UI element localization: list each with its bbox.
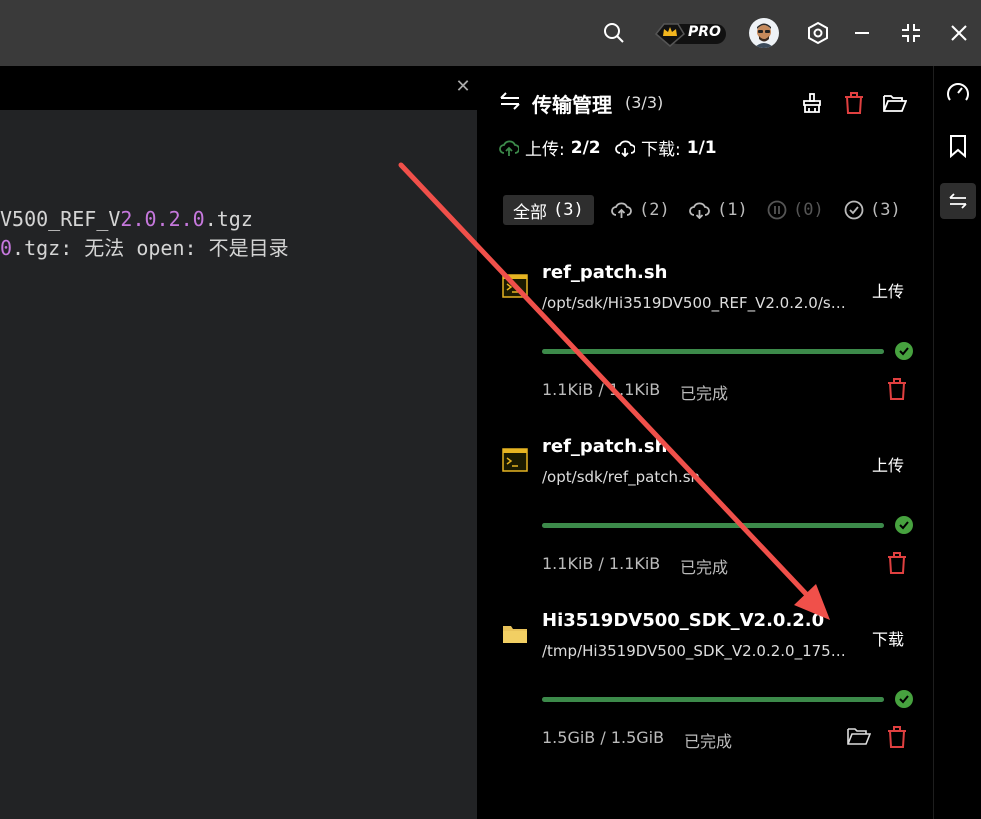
close-terminal-icon[interactable]: ✕ xyxy=(452,76,474,98)
shell-script-icon xyxy=(502,274,528,300)
close-icon[interactable] xyxy=(944,18,974,48)
completed-check-icon xyxy=(895,342,913,360)
item-direction: 上传 xyxy=(872,456,905,475)
check-circle-icon xyxy=(844,200,864,220)
item-direction: 下载 xyxy=(872,630,905,649)
completed-check-icon xyxy=(895,690,913,708)
open-folder-icon[interactable] xyxy=(847,726,872,748)
download-stat: 下载: 1/1 xyxy=(615,135,717,160)
minimize-icon[interactable] xyxy=(847,18,877,48)
open-folder-icon[interactable] xyxy=(882,90,908,116)
item-path: /opt/sdk/Hi3519DV500_REF_V2.0.2.0/sm... xyxy=(542,294,852,312)
completed-check-icon xyxy=(895,516,913,534)
delete-all-icon[interactable] xyxy=(841,90,867,116)
avatar[interactable] xyxy=(749,18,779,48)
filter-tab-upload[interactable]: (2) xyxy=(611,195,670,225)
clear-broom-icon[interactable] xyxy=(799,90,825,116)
item-name: ref_patch.sh xyxy=(542,436,668,457)
right-rail xyxy=(933,66,981,819)
delete-icon[interactable] xyxy=(887,378,909,400)
item-direction: 上传 xyxy=(872,282,905,301)
progress-bar xyxy=(542,523,884,528)
shell-script-icon xyxy=(502,448,528,474)
item-size: 1.1KiB / 1.1KiB xyxy=(542,380,661,399)
item-name: Hi3519DV500_SDK_V2.0.2.0 xyxy=(542,610,825,631)
item-size: 1.5GiB / 1.5GiB xyxy=(542,728,665,747)
filter-tab-download[interactable]: (1) xyxy=(689,195,748,225)
progress-bar xyxy=(542,349,884,354)
transfer-item[interactable]: ref_patch.sh /opt/sdk/ref_patch.sh 上传 1.… xyxy=(477,426,933,600)
cloud-download-icon xyxy=(615,140,635,157)
progress-fill xyxy=(542,523,884,528)
item-status: 已完成 xyxy=(684,732,733,751)
folder-icon xyxy=(502,622,528,648)
panel-count: (3/3) xyxy=(625,93,664,112)
delete-icon[interactable] xyxy=(887,726,909,748)
delete-icon[interactable] xyxy=(887,552,909,574)
item-path: /opt/sdk/ref_patch.sh xyxy=(542,468,701,486)
settings-icon[interactable] xyxy=(803,18,833,48)
transfer-icon xyxy=(499,90,521,116)
search-icon[interactable] xyxy=(599,18,629,48)
progress-fill xyxy=(542,697,884,702)
transfer-icon[interactable] xyxy=(940,183,976,219)
cloud-download-icon xyxy=(689,202,710,219)
filter-tab-paused[interactable]: (0) xyxy=(767,195,824,225)
restore-icon[interactable] xyxy=(896,18,926,48)
progress-fill xyxy=(542,349,884,354)
terminal-line: 0.tgz: 无法 open: 不是目录 xyxy=(0,236,289,260)
filter-tab-completed[interactable]: (3) xyxy=(844,195,901,225)
terminal[interactable]: V500_REF_V2.0.2.0.tgz 0.tgz: 无法 open: 不是… xyxy=(0,110,477,819)
pro-badge-label: PRO xyxy=(688,24,721,40)
panel-title: 传输管理 xyxy=(532,93,612,117)
transfer-item[interactable]: ref_patch.sh /opt/sdk/Hi3519DV500_REF_V2… xyxy=(477,252,933,426)
speedometer-icon[interactable] xyxy=(940,74,976,110)
item-path: /tmp/Hi3519DV500_SDK_V2.0.2.0_17570... xyxy=(542,642,852,660)
pro-badge[interactable]: PRO xyxy=(654,20,728,48)
terminal-tab-bar xyxy=(0,66,477,110)
item-status: 已完成 xyxy=(680,384,729,403)
pause-icon xyxy=(767,200,787,220)
cloud-upload-icon xyxy=(611,202,632,218)
item-status: 已完成 xyxy=(680,558,729,577)
bookmark-icon[interactable] xyxy=(940,128,976,164)
terminal-line: V500_REF_V2.0.2.0.tgz xyxy=(0,207,253,231)
transfer-item[interactable]: Hi3519DV500_SDK_V2.0.2.0 /tmp/Hi3519DV50… xyxy=(477,600,933,774)
transfer-panel: 传输管理 (3/3) 上传: 2/2 下载: 1/1 全部 (3) (2) (1) (… xyxy=(477,66,933,819)
upload-stat: 上传: 2/2 xyxy=(499,135,601,160)
progress-bar xyxy=(542,697,884,702)
filter-tab-all[interactable]: 全部 (3) xyxy=(503,195,594,225)
item-name: ref_patch.sh xyxy=(542,262,668,283)
title-bar: PRO xyxy=(0,0,981,66)
cloud-upload-icon xyxy=(499,140,519,156)
item-size: 1.1KiB / 1.1KiB xyxy=(542,554,661,573)
